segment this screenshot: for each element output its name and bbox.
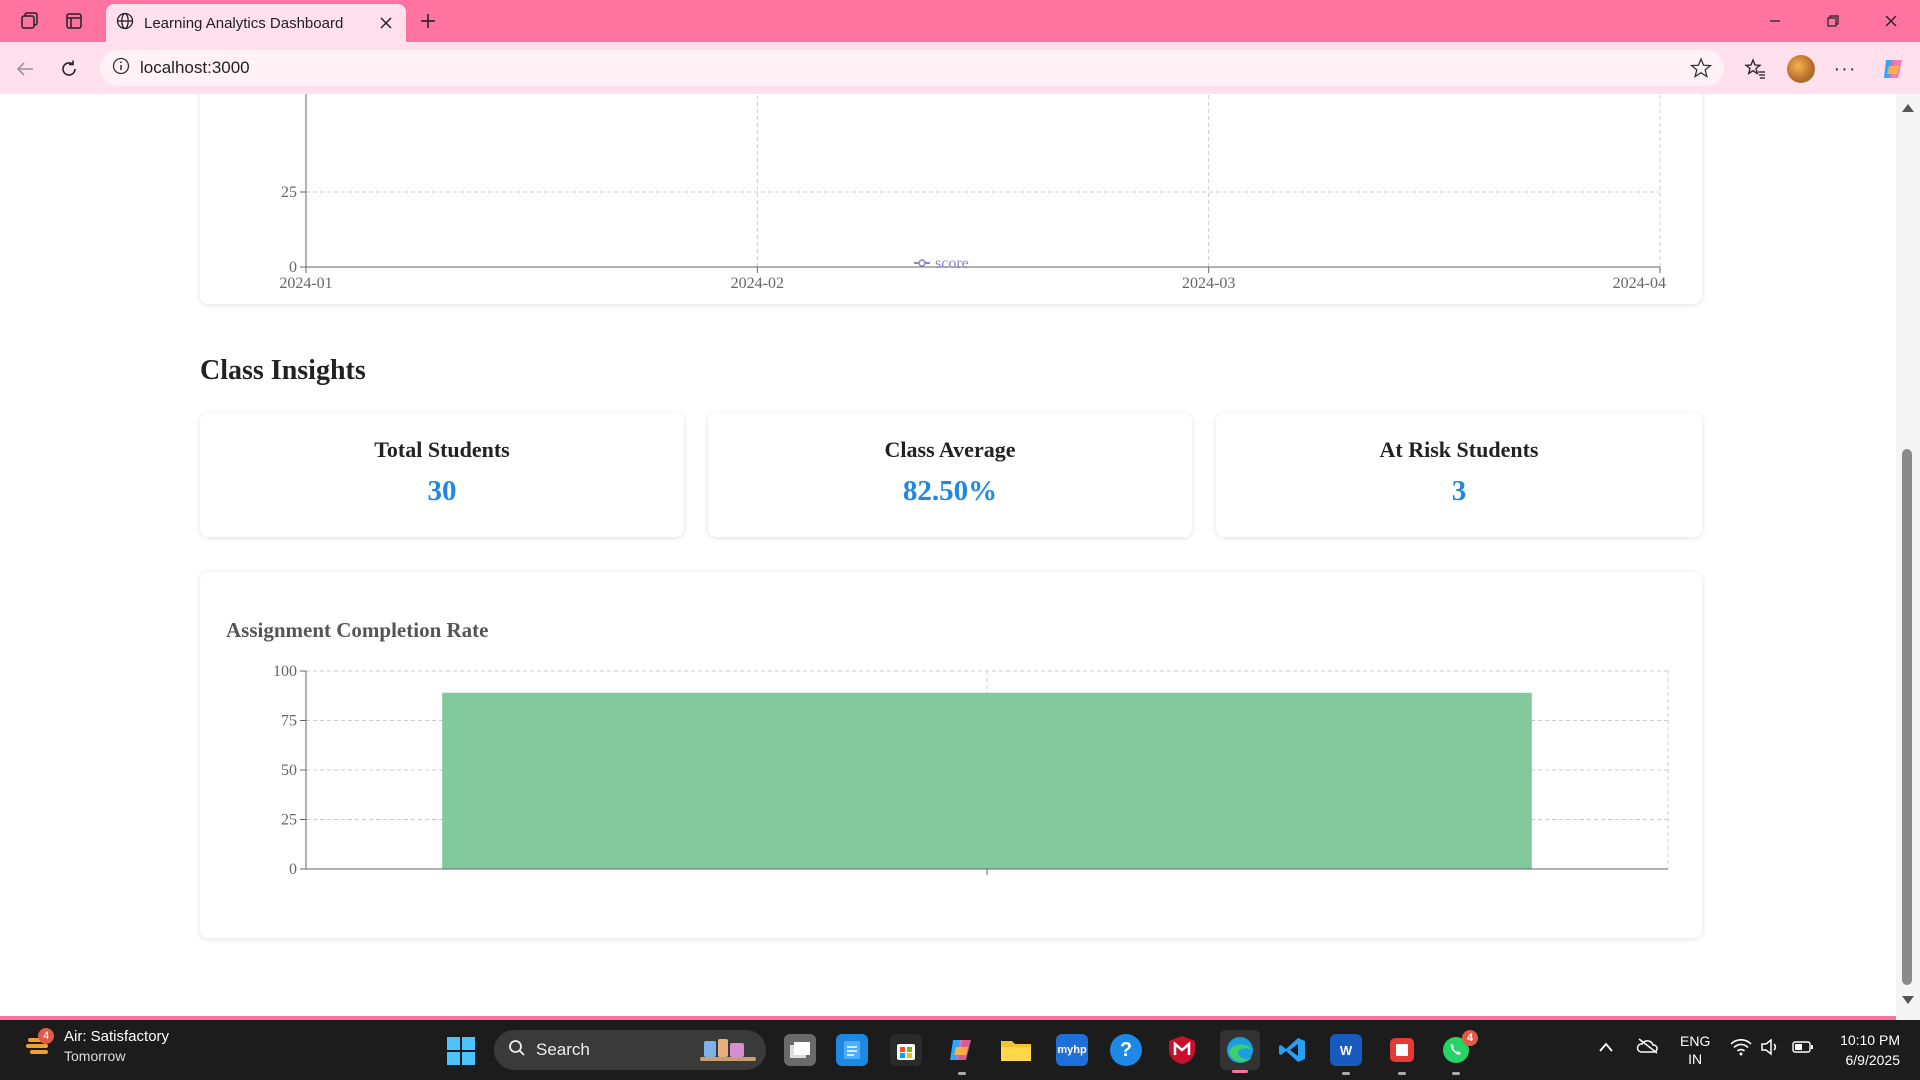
- restore-icon[interactable]: [1804, 0, 1862, 42]
- search-icon: [508, 1039, 526, 1062]
- y-tick-label: 50: [281, 762, 297, 779]
- favorite-star-icon[interactable]: [1689, 57, 1713, 84]
- address-bar-row: localhost:3000 ···: [0, 42, 1920, 94]
- tab-actions-icon[interactable]: [60, 8, 88, 34]
- windows-taskbar: 4 Air: Satisfactory Tomorrow Search myhp…: [0, 1020, 1920, 1080]
- volume-icon[interactable]: [1760, 1038, 1780, 1059]
- legend-label-score: score: [935, 255, 969, 272]
- completion-bar: [442, 692, 1532, 869]
- x-tick-label: 2024-01: [279, 275, 332, 292]
- stat-value: 3: [1451, 475, 1467, 507]
- wifi-icon[interactable]: [1730, 1038, 1752, 1059]
- scroll-thumb[interactable]: [1902, 449, 1912, 985]
- address-bar[interactable]: localhost:3000: [100, 50, 1724, 86]
- url-text: localhost:3000: [140, 58, 250, 77]
- edge-browser-icon[interactable]: [1220, 1030, 1260, 1073]
- new-tab-icon[interactable]: [414, 8, 442, 34]
- score-trend-chart: 0 25 2024-01 2024-02 2024-03 2024-04 score: [279, 94, 1666, 292]
- y-tick-label: 75: [281, 713, 297, 730]
- y-tick-label: 0: [289, 861, 297, 878]
- browser-titlebar: Learning Analytics Dashboard: [0, 0, 1920, 42]
- y-tick-label: 25: [281, 812, 297, 829]
- clock-date: 6/9/2025: [1845, 1052, 1901, 1068]
- profile-avatar[interactable]: [1786, 54, 1816, 84]
- mcafee-icon[interactable]: [1166, 1034, 1198, 1066]
- weather-status: Air: Satisfactory: [64, 1028, 170, 1045]
- onedrive-icon[interactable]: [1636, 1038, 1660, 1057]
- whatsapp-badge: 4: [1462, 1030, 1478, 1046]
- stat-card-total-students: Total Students 30: [200, 413, 684, 537]
- vscode-icon[interactable]: [1276, 1034, 1308, 1066]
- tab-learning-analytics[interactable]: Learning Analytics Dashboard: [106, 4, 406, 42]
- favorites-icon[interactable]: [1740, 54, 1770, 84]
- help-icon[interactable]: ?: [1110, 1034, 1142, 1066]
- page-scrollbar[interactable]: [1896, 94, 1920, 1020]
- battery-icon[interactable]: [1792, 1040, 1814, 1057]
- scroll-up-icon[interactable]: [1902, 104, 1914, 112]
- start-menu-icon[interactable]: [446, 1036, 476, 1066]
- section-title: Class Insights: [200, 355, 366, 386]
- completion-bar-chart: 0 25 50 75 100: [273, 663, 1669, 878]
- completion-chart-card: Assignment Completion Rate 0 25 50 75 100: [200, 572, 1702, 938]
- whatsapp-icon[interactable]: 4: [1440, 1030, 1478, 1075]
- workspaces-icon[interactable]: [16, 8, 44, 34]
- stat-label: Total Students: [374, 437, 510, 462]
- search-highlight-icon: [700, 1033, 756, 1068]
- copilot-app-icon[interactable]: [946, 1034, 978, 1075]
- stat-label: At Risk Students: [1379, 437, 1539, 462]
- more-options-icon[interactable]: ···: [1830, 54, 1860, 84]
- file-explorer-icon[interactable]: [1000, 1034, 1032, 1066]
- stat-value: 82.50%: [902, 475, 998, 507]
- clock-time: 10:10 PM: [1840, 1032, 1900, 1048]
- minimize-icon[interactable]: [1746, 0, 1804, 42]
- search-placeholder: Search: [536, 1040, 590, 1059]
- pdf-app-icon[interactable]: [1386, 1034, 1418, 1075]
- score-trend-card: 0 25 2024-01 2024-02 2024-03 2024-04 score: [200, 94, 1702, 304]
- myhp-icon[interactable]: myhp: [1056, 1034, 1088, 1066]
- microsoft-store-icon[interactable]: [890, 1034, 922, 1066]
- chart-legend: score: [914, 255, 969, 272]
- region-code: IN: [1688, 1051, 1703, 1067]
- scroll-down-icon[interactable]: [1902, 996, 1914, 1004]
- x-tick-label: 2024-02: [731, 275, 784, 292]
- close-window-icon[interactable]: [1862, 0, 1920, 42]
- task-view-icon[interactable]: [784, 1034, 816, 1066]
- stat-value: 30: [427, 475, 457, 507]
- word-icon[interactable]: W: [1330, 1034, 1362, 1075]
- back-icon[interactable]: [10, 54, 40, 84]
- stat-card-at-risk-students: At Risk Students 3: [1216, 413, 1702, 537]
- stat-card-class-average: Class Average 82.50%: [708, 413, 1192, 537]
- avatar: [1787, 55, 1815, 83]
- page-viewport: 0 25 2024-01 2024-02 2024-03 2024-04 score Cl…: [0, 94, 1920, 1020]
- site-info-icon[interactable]: [112, 57, 130, 80]
- weather-day: Tomorrow: [64, 1048, 126, 1064]
- y-tick-label: 100: [273, 663, 297, 680]
- language-indicator[interactable]: ENG IN: [1680, 1032, 1710, 1068]
- notepad-icon[interactable]: [836, 1034, 868, 1066]
- taskbar-search[interactable]: Search: [494, 1030, 766, 1070]
- language-code: ENG: [1680, 1033, 1711, 1049]
- x-tick-label: 2024-03: [1182, 275, 1235, 292]
- weather-icon: 4: [24, 1028, 54, 1060]
- x-tick-label: 2024-04: [1613, 275, 1666, 292]
- globe-icon: [116, 12, 134, 35]
- y-tick-label: 0: [289, 259, 297, 276]
- close-tab-icon[interactable]: [376, 13, 396, 33]
- refresh-icon[interactable]: [54, 54, 84, 84]
- system-clock[interactable]: 10:10 PM 6/9/2025: [1820, 1030, 1900, 1070]
- weather-badge: 4: [38, 1028, 54, 1044]
- y-tick-label: 25: [281, 184, 297, 201]
- copilot-icon[interactable]: [1878, 54, 1908, 84]
- stat-label: Class Average: [884, 437, 1016, 462]
- weather-widget[interactable]: 4 Air: Satisfactory Tomorrow: [24, 1028, 169, 1064]
- show-hidden-icons[interactable]: [1598, 1040, 1614, 1056]
- tab-title: Learning Analytics Dashboard: [144, 14, 344, 32]
